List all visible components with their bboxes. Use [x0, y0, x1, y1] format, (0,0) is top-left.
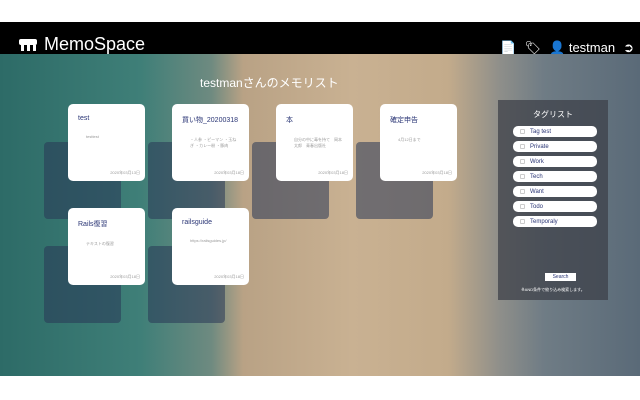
tag-list-panel: タグリスト Tag test Private Work Tech Want Todo Tem…	[498, 100, 608, 300]
brand-link[interactable]: MemoSpace	[18, 34, 145, 55]
tag-checkbox[interactable]	[520, 159, 525, 164]
memo-body: testtest	[86, 134, 99, 139]
memo-card[interactable]: Rails復習テキストの復習 2020年03月18日	[68, 208, 145, 285]
memo-card[interactable]: 確定申告 4月12日まで 2020年03月18日	[380, 104, 457, 181]
tag-checkbox[interactable]	[520, 204, 525, 209]
memo-title: 買い物_20200318	[182, 117, 239, 124]
logo-icon	[19, 38, 37, 51]
tag-item[interactable]: Tech	[513, 171, 597, 182]
memo-date: 2020年03月18日	[214, 170, 244, 175]
tag-checkbox[interactable]	[520, 219, 525, 224]
memo-date: 2020年03月13日	[110, 170, 140, 175]
page-title: testmanさんのメモリスト	[200, 76, 339, 90]
tag-label: Todo	[530, 203, 544, 210]
username: testman	[568, 40, 616, 55]
tag-checkbox[interactable]	[520, 144, 525, 149]
memo-date: 2020年03月18日	[318, 170, 348, 175]
memo-body: テキストの復習	[86, 241, 114, 246]
memo-date: 2020年03月18日	[110, 274, 140, 279]
tag-item[interactable]: Work	[513, 156, 597, 167]
memo-date: 2020年03月18日	[422, 170, 452, 175]
tag-checkbox[interactable]	[520, 174, 525, 179]
tag-checkbox[interactable]	[520, 189, 525, 194]
memo-title: test	[78, 115, 90, 122]
memo-body: 自分の中に毒を持て 岡本太郎 青春出版社	[294, 137, 342, 148]
memo-title: 確定申告	[390, 117, 418, 124]
memo-card[interactable]: test testtest 2020年03月13日	[68, 104, 145, 181]
memo-title: railsguide	[182, 219, 212, 226]
tag-label: Want	[530, 188, 544, 195]
tag-label: Tech	[530, 173, 543, 180]
tag-label: Temporaly	[530, 218, 558, 225]
tag-label: Work	[530, 158, 544, 165]
search-button[interactable]: Search	[545, 273, 576, 281]
tag-item[interactable]: Todo	[513, 201, 597, 212]
memo-title: Rails復習	[78, 221, 108, 228]
memo-card[interactable]: 買い物_20200318 ・人参 ・ピーマン ・玉ねぎ ・カレー粉 ・豚肉 2020…	[172, 104, 249, 181]
brand-name: MemoSpace	[44, 34, 146, 54]
memo-body: https://railsguides.jp/	[190, 238, 227, 243]
memo-card[interactable]: railsguide https://railsguides.jp/2020年03…	[172, 208, 249, 285]
memo-card[interactable]: 本自分の中に毒を持て 岡本太郎 青春出版社 2020年03月18日	[276, 104, 353, 181]
memo-body: ・人参 ・ピーマン ・玉ねぎ ・カレー粉 ・豚肉	[190, 137, 237, 148]
tag-item[interactable]: Private	[513, 141, 597, 152]
navbar: MemoSpace 📄 🏷 👤 testman ➲	[0, 22, 640, 55]
memo-date: 2020年03月18日	[214, 274, 244, 279]
tag-label: Tag test	[530, 128, 552, 135]
user-icon: 👤	[549, 40, 566, 55]
tag-item[interactable]: Temporaly	[513, 216, 597, 227]
search-note: ※AND条件で絞り込み検索します。	[521, 287, 585, 292]
tag-item[interactable]: Tag test	[513, 126, 597, 137]
tag-item[interactable]: Want	[513, 186, 597, 197]
memo-body: 4月12日まで	[398, 137, 421, 142]
tag-checkbox[interactable]	[520, 129, 525, 134]
tag-label: Private	[530, 143, 549, 150]
memo-title: 本	[286, 117, 293, 124]
tag-list-title: タグリスト	[533, 110, 573, 119]
